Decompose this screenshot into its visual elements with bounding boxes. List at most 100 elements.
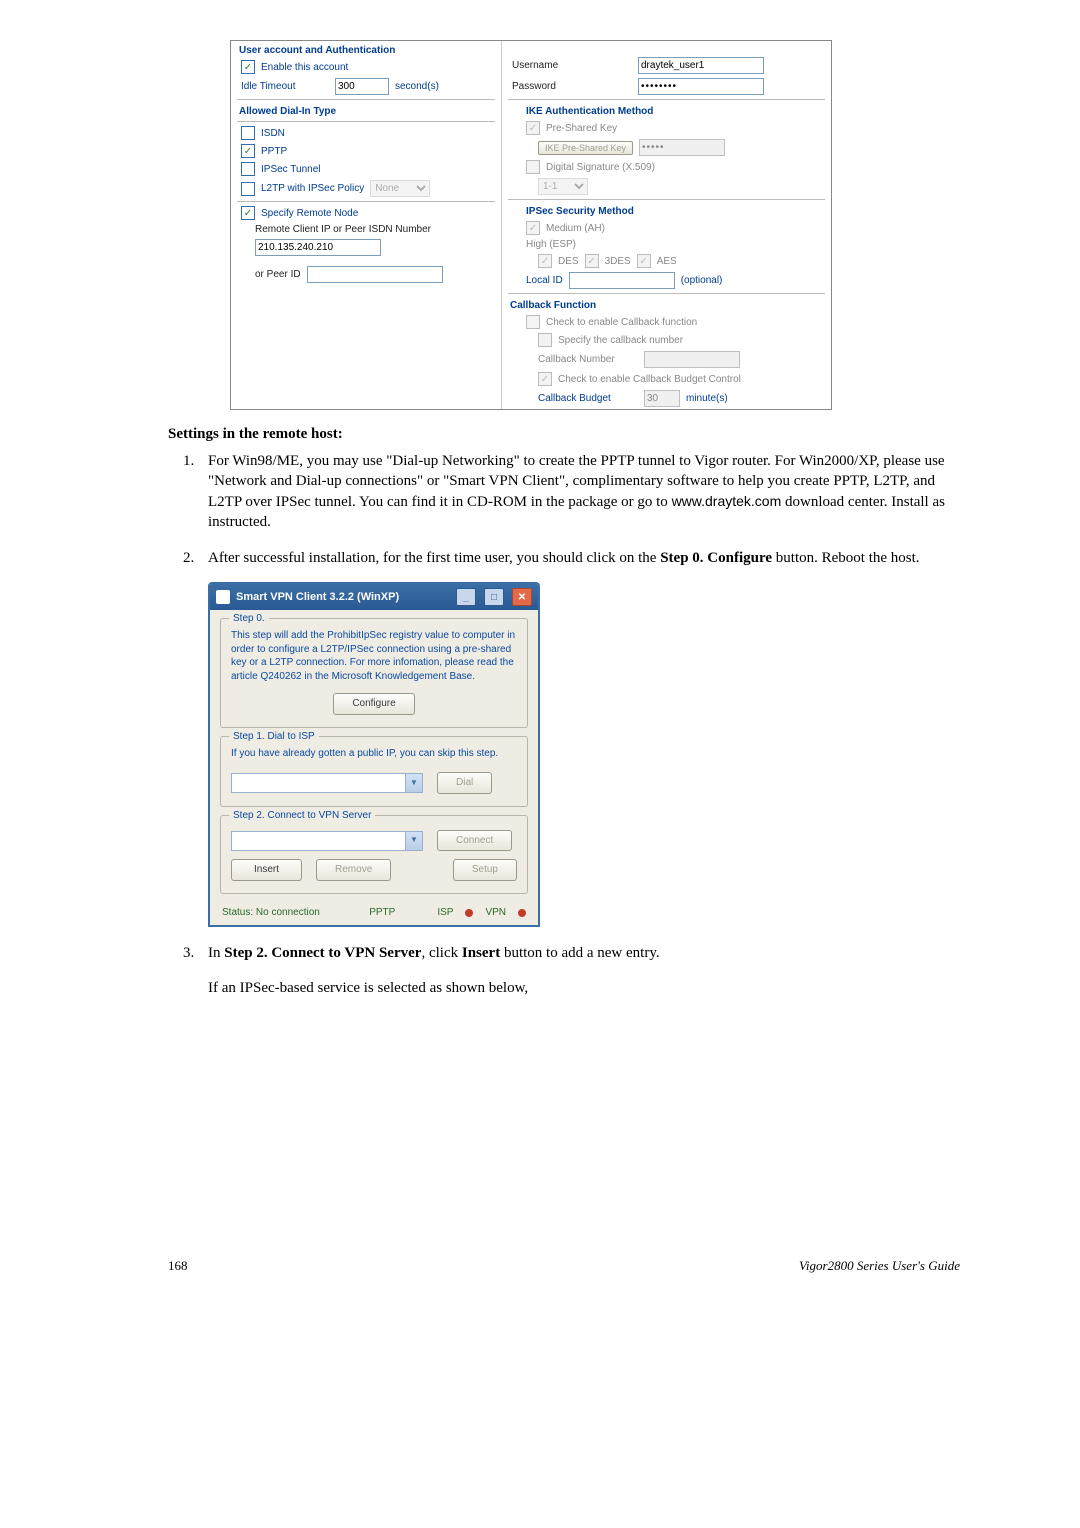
password-row: Password <box>502 76 831 97</box>
step2-title: Step 2. Connect to VPN Server <box>229 809 375 823</box>
step-2-bold: Step 0. Configure <box>660 550 772 566</box>
local-id-label: Local ID <box>526 275 563 286</box>
ipsec-tunnel-row: IPSec Tunnel <box>231 160 501 178</box>
remove-button: Remove <box>316 859 391 881</box>
tdes-checkbox: ✓ <box>585 254 599 268</box>
high-esp-label: High (ESP) <box>526 239 576 250</box>
specify-remote-checkbox[interactable]: ✓ <box>241 206 255 220</box>
step-3-d: Insert <box>462 945 500 961</box>
aes-checkbox: ✓ <box>637 254 651 268</box>
configure-button[interactable]: Configure <box>333 693 414 715</box>
isdn-checkbox[interactable] <box>241 126 255 140</box>
remote-client-label-row: Remote Client IP or Peer ISDN Number <box>231 222 501 237</box>
cb-enable-label: Check to enable Callback function <box>546 317 697 328</box>
specify-remote-row: ✓ Specify Remote Node <box>231 204 501 222</box>
cb-number-input <box>644 351 740 368</box>
app-icon <box>216 590 230 604</box>
step1-group: Step 1. Dial to ISP If you have already … <box>220 736 528 807</box>
cb-enable-row: Check to enable Callback function <box>502 313 831 331</box>
specify-remote-label: Specify Remote Node <box>261 208 358 219</box>
guide-name: Vigor2800 Series User's Guide <box>799 1258 960 1274</box>
remote-client-label: Remote Client IP or Peer ISDN Number <box>255 224 431 235</box>
remote-client-input-row <box>231 237 501 258</box>
cipher-row: ✓DES ✓3DES ✓AES <box>502 252 831 270</box>
l2tp-label: L2TP with IPSec Policy <box>261 183 364 194</box>
cb-budget-row: Callback Budget minute(s) <box>502 388 831 409</box>
idle-timeout-row: Idle Timeout second(s) <box>231 76 501 97</box>
pptp-checkbox[interactable]: ✓ <box>241 144 255 158</box>
idle-timeout-label: Idle Timeout <box>241 81 329 92</box>
step-2-text-a: After successful installation, for the f… <box>208 550 660 566</box>
step-3-e: button to add a new entry. <box>500 945 659 961</box>
ike-psk-value <box>639 139 725 156</box>
enable-account-checkbox[interactable]: ✓ <box>241 60 255 74</box>
high-esp-row: High (ESP) <box>502 237 831 252</box>
cb-specify-checkbox <box>538 333 552 347</box>
vpn-label: VPN <box>485 906 506 920</box>
chevron-down-icon: ▼ <box>405 832 422 850</box>
ike-psk-row: IKE Pre-Shared Key <box>502 137 831 158</box>
left-column: User account and Authentication ✓ Enable… <box>231 41 502 409</box>
step-3: In Step 2. Connect to VPN Server, click … <box>198 943 960 998</box>
l2tp-checkbox[interactable] <box>241 182 255 196</box>
ipsec-tunnel-label: IPSec Tunnel <box>261 164 320 175</box>
ike-psk-button: IKE Pre-Shared Key <box>538 141 633 155</box>
step0-group: Step 0. This step will add the ProhibitI… <box>220 618 528 728</box>
dial-button: Dial <box>437 772 492 794</box>
proto-text: PPTP <box>369 906 395 920</box>
allowed-dialin-heading: Allowed Dial-In Type <box>231 102 501 119</box>
step0-text: This step will add the ProhibitIpSec reg… <box>231 629 517 683</box>
dsig-row: Digital Signature (X.509) <box>502 158 831 176</box>
cb-budget-ctrl-checkbox: ✓ <box>538 372 552 386</box>
maximize-button[interactable]: □ <box>484 588 504 606</box>
dsig-select: 1-1 <box>538 178 588 195</box>
vpn-status-dot-icon <box>518 909 526 917</box>
medium-row: ✓ Medium (AH) <box>502 219 831 237</box>
titlebar: Smart VPN Client 3.2.2 (WinXP) _ □ ✕ <box>210 584 538 610</box>
step1-title: Step 1. Dial to ISP <box>229 730 319 744</box>
isp-status-dot-icon <box>465 909 473 917</box>
dsig-checkbox <box>526 160 540 174</box>
tdes-label: 3DES <box>605 256 631 267</box>
cb-budget-input <box>644 390 680 407</box>
cb-number-row: Callback Number <box>502 349 831 370</box>
setup-button: Setup <box>453 859 517 881</box>
peer-id-label: or Peer ID <box>255 269 301 280</box>
local-id-input[interactable] <box>569 272 675 289</box>
settings-remote-host-heading: Settings in the remote host: <box>168 426 960 443</box>
des-label: DES <box>558 256 579 267</box>
psk-row: ✓ Pre-Shared Key <box>502 119 831 137</box>
ike-auth-heading: IKE Authentication Method <box>502 102 831 119</box>
step-3-c: , click <box>421 945 461 961</box>
insert-button[interactable]: Insert <box>231 859 302 881</box>
ipsec-tunnel-checkbox[interactable] <box>241 162 255 176</box>
smart-vpn-client-window: Smart VPN Client 3.2.2 (WinXP) _ □ ✕ Ste… <box>208 582 540 927</box>
close-button[interactable]: ✕ <box>512 588 532 606</box>
draytek-url: www.draytek.com <box>672 493 782 509</box>
l2tp-policy-select: None <box>370 180 430 197</box>
username-input[interactable] <box>638 57 764 74</box>
vpn-server-combo[interactable]: ▼ <box>231 831 423 851</box>
enable-account-label: Enable this account <box>261 62 348 73</box>
callback-heading: Callback Function <box>502 296 831 313</box>
status-text: Status: No connection <box>222 906 320 920</box>
pptp-row: ✓ PPTP <box>231 142 501 160</box>
aes-label: AES <box>657 256 677 267</box>
step0-title: Step 0. <box>229 612 269 626</box>
password-input[interactable] <box>638 78 764 95</box>
minimize-button[interactable]: _ <box>456 588 476 606</box>
isp-combo[interactable]: ▼ <box>231 773 423 793</box>
step-2-text-c: button. Reboot the host. <box>772 550 920 566</box>
user-account-heading: User account and Authentication <box>231 41 501 58</box>
step-3-after: If an IPSec-based service is selected as… <box>208 978 960 998</box>
step-3-b: Step 2. Connect to VPN Server <box>224 945 421 961</box>
remote-client-ip-input[interactable] <box>255 239 381 256</box>
cb-budget-ctrl-row: ✓ Check to enable Callback Budget Contro… <box>502 370 831 388</box>
dsig-label: Digital Signature (X.509) <box>546 162 655 173</box>
ipsec-security-heading: IPSec Security Method <box>502 202 831 219</box>
page-footer: 168 Vigor2800 Series User's Guide <box>168 1258 960 1274</box>
dialin-settings-screenshot: User account and Authentication ✓ Enable… <box>230 40 832 410</box>
connect-button: Connect <box>437 830 512 852</box>
peer-id-input[interactable] <box>307 266 443 283</box>
idle-timeout-input[interactable] <box>335 78 389 95</box>
